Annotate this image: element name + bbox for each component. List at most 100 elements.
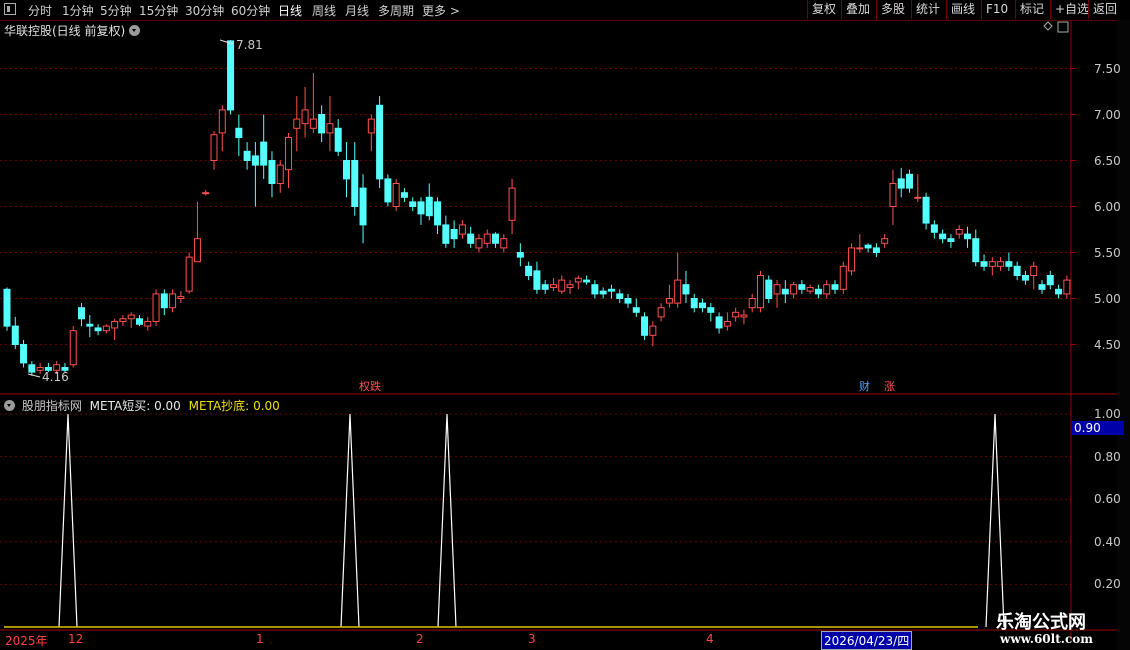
candle xyxy=(450,220,458,248)
candle-body xyxy=(450,229,458,240)
tab-multi-period[interactable]: 多周期 xyxy=(378,2,414,19)
candle xyxy=(177,291,185,304)
candle-body xyxy=(392,183,400,207)
candle-body xyxy=(193,238,201,263)
candle xyxy=(740,309,748,325)
indicator-y-tick: 0.80 xyxy=(1094,450,1121,464)
candle-body xyxy=(293,118,301,129)
f10-button[interactable]: F10 xyxy=(981,0,1012,19)
candle xyxy=(707,303,715,322)
candle xyxy=(765,275,773,304)
tab-1min[interactable]: 1分钟 xyxy=(62,2,94,19)
candle-body xyxy=(558,279,566,292)
candle xyxy=(574,275,582,290)
time-axis-month: 4 xyxy=(706,632,714,646)
candle-body xyxy=(1005,261,1013,267)
tab-30min[interactable]: 30分钟 xyxy=(185,2,224,19)
candle-body xyxy=(1063,279,1071,295)
multi-stock-button[interactable]: 多股 xyxy=(876,0,909,19)
add-watchlist-button[interactable]: +自选 xyxy=(1050,0,1093,19)
window-icon[interactable] xyxy=(4,3,16,15)
candle xyxy=(351,142,359,216)
event-tag[interactable]: 权跌 xyxy=(358,380,382,393)
high-price-label: 7.81 xyxy=(236,38,263,52)
candle xyxy=(102,324,110,334)
candle-body xyxy=(657,307,665,318)
chevron-down-icon[interactable] xyxy=(129,25,141,36)
chevron-down-icon[interactable] xyxy=(4,400,15,411)
candle-body xyxy=(549,284,557,288)
candle xyxy=(980,254,988,271)
candle xyxy=(756,270,764,313)
tab-weekly[interactable]: 周线 xyxy=(312,2,336,19)
tab-more[interactable]: 更多 > xyxy=(422,2,460,19)
candle-body xyxy=(1046,275,1054,286)
candles xyxy=(3,39,1071,376)
candle xyxy=(682,270,690,304)
candle xyxy=(160,289,168,316)
candle xyxy=(814,284,822,299)
event-tag[interactable]: 涨 xyxy=(883,380,896,393)
candle xyxy=(856,234,864,253)
candle xyxy=(1013,261,1021,281)
candle xyxy=(334,119,342,156)
candle xyxy=(541,280,549,294)
tab-5min[interactable]: 5分钟 xyxy=(100,2,132,19)
candle xyxy=(78,303,86,327)
tab-15min[interactable]: 15分钟 xyxy=(139,2,178,19)
candle xyxy=(988,257,996,276)
candle-body xyxy=(1038,284,1046,290)
candle-body xyxy=(500,238,508,249)
candle-body xyxy=(492,233,500,244)
candle xyxy=(367,114,375,152)
tab-fenshi[interactable]: 分时 xyxy=(28,2,52,19)
kline-chart[interactable] xyxy=(0,20,1117,650)
candle-body xyxy=(483,233,491,244)
short-buy-value: 0.00 xyxy=(154,399,181,413)
candle xyxy=(301,86,309,138)
candle-body xyxy=(632,307,640,313)
candle-body xyxy=(930,224,938,233)
adjust-button[interactable]: 复权 xyxy=(807,0,840,19)
candle-body xyxy=(814,288,822,295)
candle-body xyxy=(955,229,963,235)
candle-body xyxy=(285,137,293,171)
indicator-y-tick: 0.20 xyxy=(1094,577,1121,591)
candle xyxy=(260,114,268,179)
event-tag[interactable]: 财 xyxy=(858,380,871,393)
candle xyxy=(193,201,201,263)
candle xyxy=(591,280,599,299)
candle xyxy=(500,234,508,253)
candle xyxy=(144,316,152,331)
stats-button[interactable]: 统计 xyxy=(911,0,944,19)
candle xyxy=(674,252,682,308)
indicator-y-tick: 0.60 xyxy=(1094,492,1121,506)
candle xyxy=(823,280,831,299)
tab-60min[interactable]: 60分钟 xyxy=(231,2,270,19)
candle xyxy=(3,287,11,331)
mark-button[interactable]: 标记 xyxy=(1015,0,1048,19)
candle-body xyxy=(922,196,930,224)
candle xyxy=(516,243,524,267)
tab-daily[interactable]: 日线 xyxy=(278,2,302,19)
candle xyxy=(409,197,417,212)
candle-body xyxy=(566,284,574,288)
overlay-button[interactable]: 叠加 xyxy=(841,0,874,19)
candle-body xyxy=(997,261,1005,267)
candle xyxy=(649,321,657,347)
candle xyxy=(533,261,541,294)
tab-monthly[interactable]: 月线 xyxy=(345,2,369,19)
stock-title: 华联控股(日线 前复权) xyxy=(4,24,126,38)
indicator-y-tick: 1.00 xyxy=(1094,407,1121,421)
candle xyxy=(715,312,723,334)
candle xyxy=(326,96,334,152)
bottom-buy-value: 0.00 xyxy=(253,399,280,413)
candle-body xyxy=(94,327,102,332)
candle-body xyxy=(177,296,185,300)
candle xyxy=(947,234,955,248)
back-button[interactable]: 返回 xyxy=(1088,0,1121,19)
candle xyxy=(202,189,210,196)
draw-line-button[interactable]: 画线 xyxy=(946,0,979,19)
indicator-spike xyxy=(58,413,78,628)
candle xyxy=(566,280,574,294)
